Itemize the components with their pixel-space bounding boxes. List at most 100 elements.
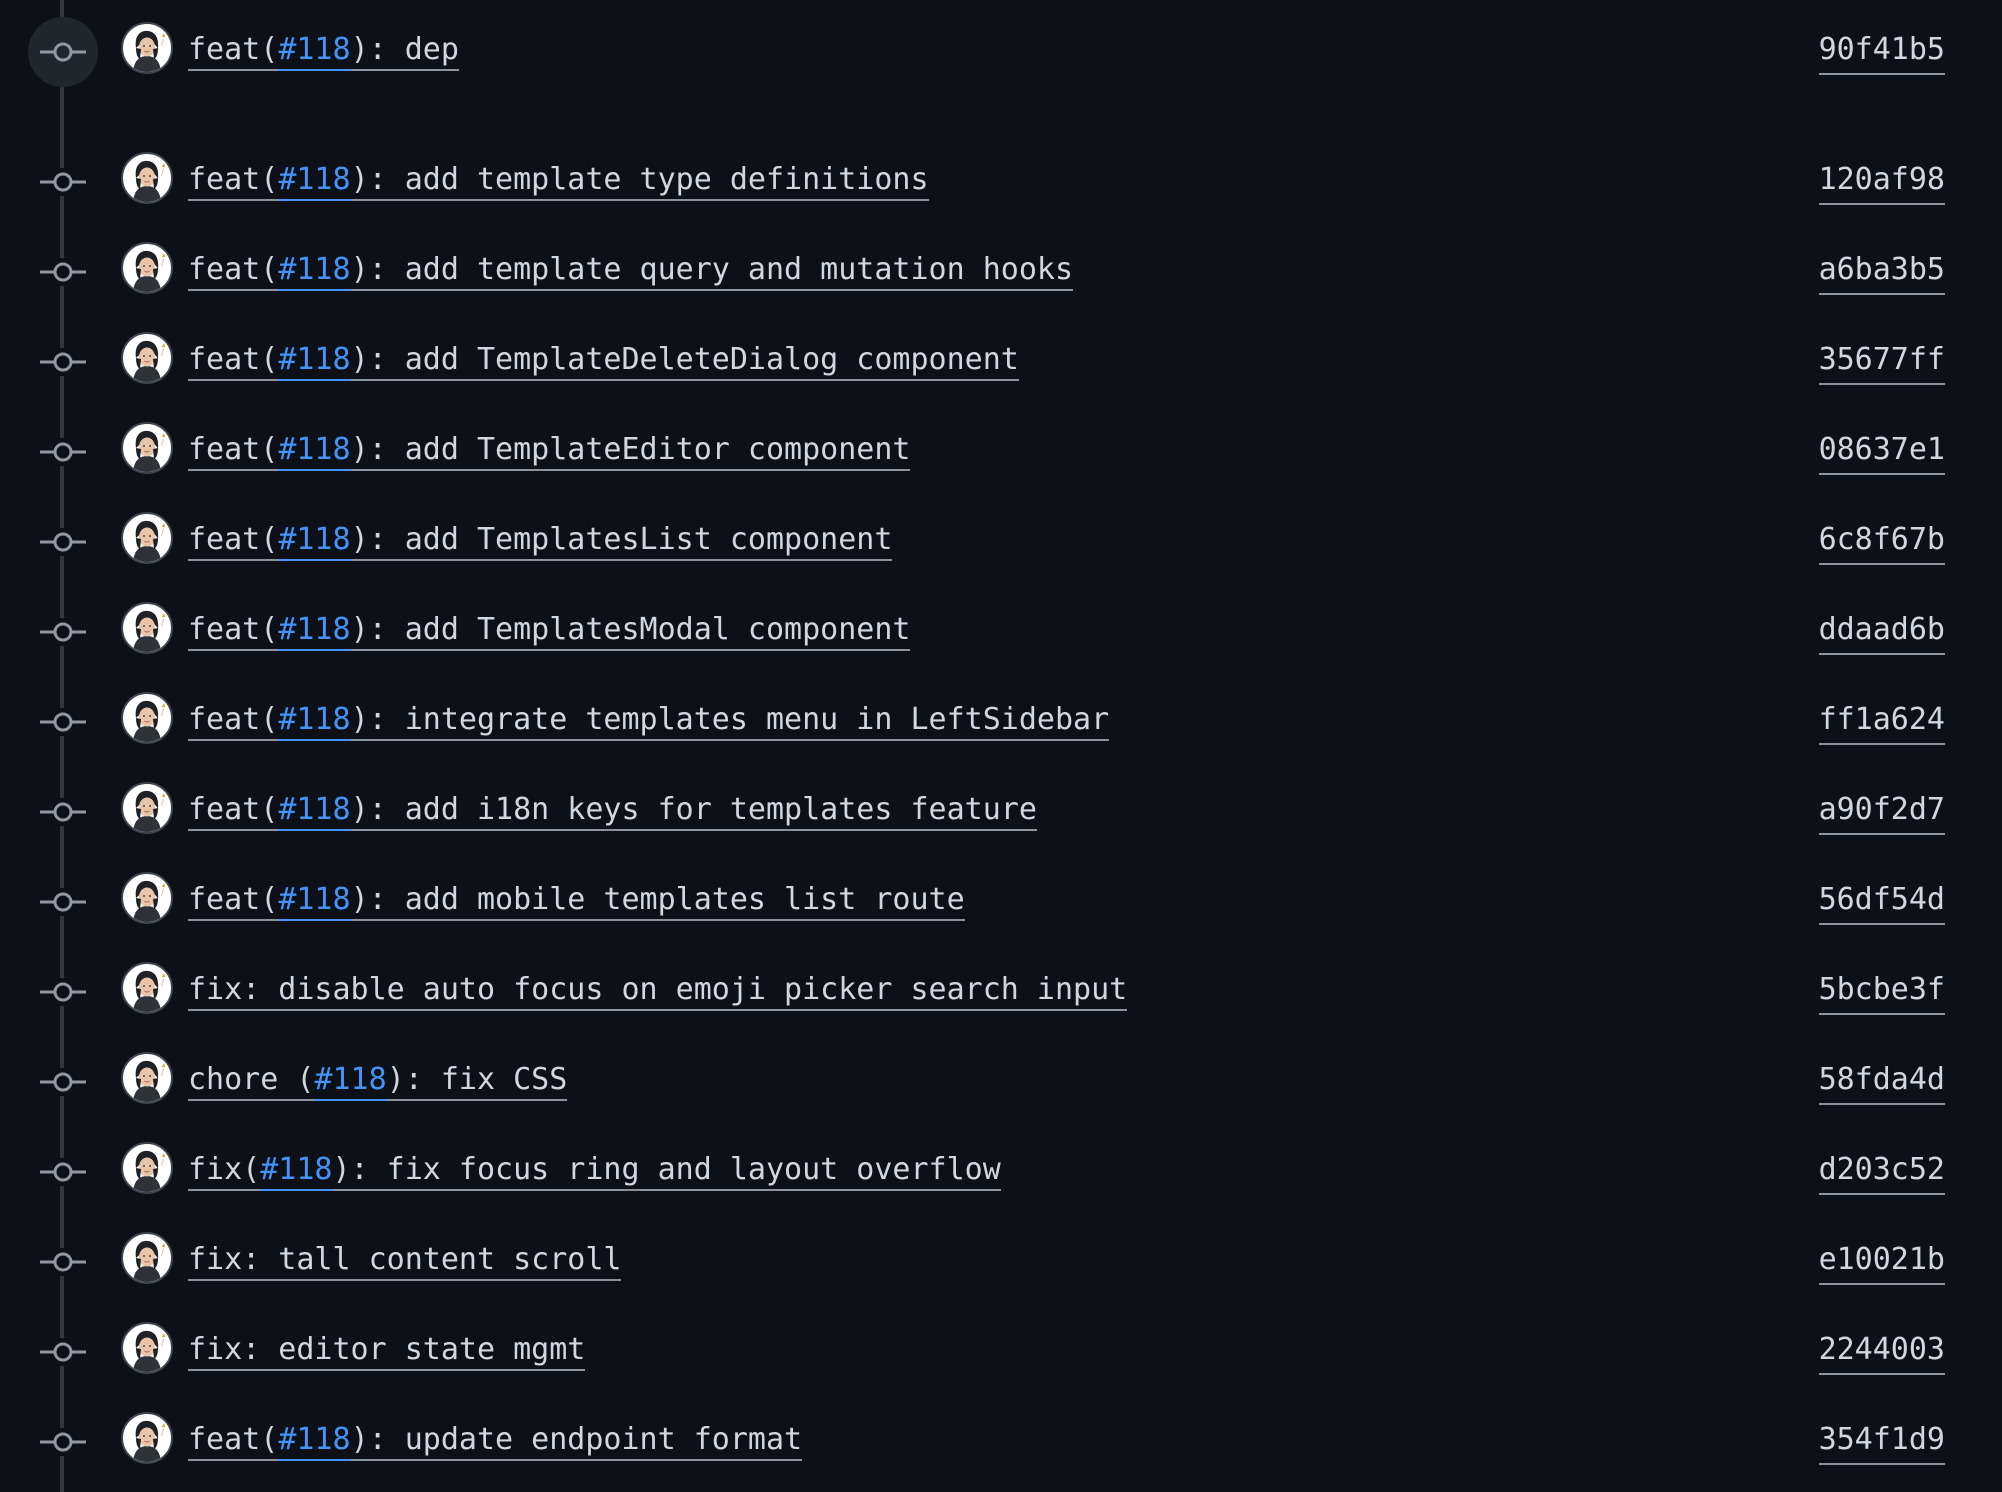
commit-message-link[interactable]: ): update endpoint format <box>350 1422 803 1461</box>
commit-message-link[interactable]: ): add i18n keys for templates feature <box>350 792 1037 831</box>
user-avatar[interactable] <box>121 332 173 384</box>
commit-row: feat(#118): add template query and mutat… <box>0 227 2002 317</box>
commit-sha-link[interactable]: 58fda4d <box>1818 1059 1945 1105</box>
user-avatar[interactable] <box>121 1232 173 1284</box>
commit-sha-link[interactable]: 35677ff <box>1818 339 1945 385</box>
commit-sha-link[interactable]: 2244003 <box>1818 1329 1945 1375</box>
commit-message: feat(#118): add template query and mutat… <box>188 249 1074 291</box>
commit-sha-link[interactable]: 5bcbe3f <box>1818 969 1945 1015</box>
commit-sha-link[interactable]: 354f1d9 <box>1818 1419 1945 1465</box>
user-avatar[interactable] <box>121 872 173 924</box>
git-commit-icon <box>40 712 86 732</box>
commit-message: fix: tall content scroll <box>188 1239 622 1281</box>
commit-message-link[interactable]: feat( <box>188 612 279 651</box>
commit-message-link[interactable]: fix: editor state mgmt <box>188 1332 586 1371</box>
commit-message-link[interactable]: feat( <box>188 32 279 71</box>
user-avatar[interactable] <box>121 242 173 294</box>
issue-link[interactable]: #118 <box>278 252 351 291</box>
commit-message-link[interactable]: chore ( <box>188 1062 315 1101</box>
commit-message: feat(#118): add TemplateEditor component <box>188 429 911 471</box>
commit-message-link[interactable]: feat( <box>188 432 279 471</box>
commit-row: feat(#118): dep 90f41b5 <box>0 7 2002 97</box>
issue-link[interactable]: #118 <box>278 522 351 561</box>
issue-link[interactable]: #118 <box>278 792 351 831</box>
commit-row: feat(#118): update endpoint format 354f1… <box>0 1397 2002 1487</box>
commit-sha-link[interactable]: ddaad6b <box>1818 609 1945 655</box>
git-commit-icon <box>40 442 86 462</box>
commit-sha-link[interactable]: 08637e1 <box>1818 429 1945 475</box>
issue-link[interactable]: #118 <box>278 702 351 741</box>
commit-message: feat(#118): add TemplateDeleteDialog com… <box>188 339 1019 381</box>
user-avatar[interactable] <box>121 152 173 204</box>
issue-link[interactable]: #118 <box>278 432 351 471</box>
commit-message-link[interactable]: ): fix focus ring and layout overflow <box>332 1152 1001 1191</box>
commit-row: feat(#118): add mobile templates list ro… <box>0 857 2002 947</box>
user-avatar[interactable] <box>121 22 173 74</box>
commit-message: feat(#118): add mobile templates list ro… <box>188 879 965 921</box>
commit-message-link[interactable]: feat( <box>188 342 279 381</box>
commit-message-link[interactable]: ): dep <box>350 32 459 71</box>
user-avatar[interactable] <box>121 422 173 474</box>
git-commit-icon <box>40 892 86 912</box>
user-avatar[interactable] <box>121 782 173 834</box>
commit-message-link[interactable]: feat( <box>188 162 279 201</box>
commit-message-link[interactable]: ): add TemplatesList component <box>350 522 893 561</box>
commit-message-link[interactable]: ): add TemplatesModal component <box>350 612 911 651</box>
git-commit-icon <box>40 172 86 192</box>
commit-message-link[interactable]: ): add template type definitions <box>350 162 929 201</box>
commit-sha-link[interactable]: 90f41b5 <box>1818 29 1945 75</box>
commit-list: feat(#118): dep 90f41b5 feat(#118): add … <box>0 0 2002 1492</box>
commit-sha-link[interactable]: e10021b <box>1818 1239 1945 1285</box>
commit-message-link[interactable]: fix: disable auto focus on emoji picker … <box>188 972 1128 1011</box>
user-avatar[interactable] <box>121 962 173 1014</box>
user-avatar[interactable] <box>121 1322 173 1374</box>
commit-message-link[interactable]: feat( <box>188 1422 279 1461</box>
commit-message-link[interactable]: feat( <box>188 252 279 291</box>
commit-row: feat(#118): integrate templates menu in … <box>0 677 2002 767</box>
commit-sha-link[interactable]: ff1a624 <box>1818 699 1945 745</box>
issue-link[interactable]: #118 <box>278 882 351 921</box>
commit-message-link[interactable]: ): add mobile templates list route <box>350 882 965 921</box>
commit-sha-link[interactable]: a90f2d7 <box>1818 789 1945 835</box>
commit-message: feat(#118): integrate templates menu in … <box>188 699 1110 741</box>
user-avatar[interactable] <box>121 692 173 744</box>
issue-link[interactable]: #118 <box>278 1422 351 1461</box>
commit-message-link[interactable]: feat( <box>188 882 279 921</box>
commit-message: feat(#118): add template type definition… <box>188 159 929 201</box>
issue-link[interactable]: #118 <box>278 342 351 381</box>
commit-message-link[interactable]: fix: tall content scroll <box>188 1242 622 1281</box>
commit-message: feat(#118): add i18n keys for templates … <box>188 789 1037 831</box>
commit-message: feat(#118): add TemplatesList component <box>188 519 893 561</box>
user-avatar[interactable] <box>121 602 173 654</box>
commit-message-link[interactable]: feat( <box>188 792 279 831</box>
commit-sha-link[interactable]: d203c52 <box>1818 1149 1945 1195</box>
commit-sha-link[interactable]: 6c8f67b <box>1818 519 1945 565</box>
commit-message-link[interactable]: ): fix CSS <box>386 1062 568 1101</box>
commit-message-link[interactable]: feat( <box>188 522 279 561</box>
commit-message-link[interactable]: feat( <box>188 702 279 741</box>
issue-link[interactable]: #118 <box>278 162 351 201</box>
commit-message-link[interactable]: ): integrate templates menu in LeftSideb… <box>350 702 1110 741</box>
user-avatar[interactable] <box>121 1052 173 1104</box>
git-commit-icon <box>40 1072 86 1092</box>
commit-sha-link[interactable]: 120af98 <box>1818 159 1945 205</box>
commit-message: feat(#118): update endpoint format <box>188 1419 803 1461</box>
commit-message-link[interactable]: ): add template query and mutation hooks <box>350 252 1074 291</box>
commit-message: fix: disable auto focus on emoji picker … <box>188 969 1128 1011</box>
commit-sha-link[interactable]: 56df54d <box>1818 879 1945 925</box>
commit-message-link[interactable]: ): add TemplateDeleteDialog component <box>350 342 1019 381</box>
commit-message-link[interactable]: ): add TemplateEditor component <box>350 432 911 471</box>
issue-link[interactable]: #118 <box>278 612 351 651</box>
commit-row: feat(#118): add i18n keys for templates … <box>0 767 2002 857</box>
user-avatar[interactable] <box>121 512 173 564</box>
user-avatar[interactable] <box>121 1142 173 1194</box>
commit-message: chore (#118): fix CSS <box>188 1059 568 1101</box>
issue-link[interactable]: #118 <box>260 1152 333 1191</box>
issue-link[interactable]: #118 <box>278 32 351 71</box>
commit-row: fix: editor state mgmt 2244003 <box>0 1307 2002 1397</box>
issue-link[interactable]: #118 <box>314 1062 387 1101</box>
user-avatar[interactable] <box>121 1412 173 1464</box>
commit-sha-link[interactable]: a6ba3b5 <box>1818 249 1945 295</box>
commit-message-link[interactable]: fix( <box>188 1152 261 1191</box>
commit-row: feat(#118): add TemplatesModal component… <box>0 587 2002 677</box>
